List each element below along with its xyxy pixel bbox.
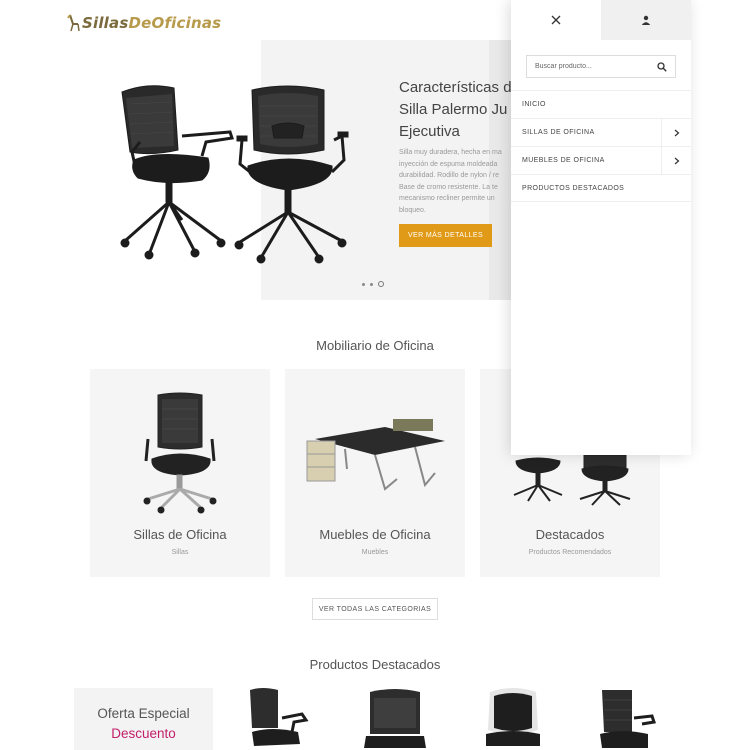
chair-logo-icon <box>67 14 80 32</box>
hero-title: Características d Silla Palermo Ju Ejecu… <box>399 77 511 143</box>
search-box <box>526 55 676 78</box>
product-image-1[interactable] <box>242 688 312 750</box>
hero-description-line: durabilidad. Rodillo de nylon / re <box>399 172 500 180</box>
slider-dot-3-active[interactable] <box>378 281 384 287</box>
category-card-sillas[interactable]: Sillas de Oficina Sillas <box>90 369 270 577</box>
hero-description-line: Base de cromo resistente. La te <box>399 183 498 191</box>
menu-item-sillas-de-oficina[interactable]: SILLAS DE OFICINA <box>511 118 691 146</box>
menu-item-label: INICIO <box>522 101 546 108</box>
menu-item-productos-destacados[interactable]: PRODUCTOS DESTACADOS <box>511 174 691 202</box>
product-image-4[interactable] <box>592 688 662 750</box>
category-subtitle: Muebles <box>361 549 389 556</box>
product-image-3[interactable] <box>478 688 548 750</box>
category-subtitle: Sillas <box>171 549 189 556</box>
view-all-categories-button[interactable]: VER TODAS LAS CATEGORIAS <box>312 598 438 620</box>
category-title[interactable]: Muebles de Oficina <box>285 527 465 542</box>
hero-title-line: Ejecutiva <box>399 123 460 140</box>
menu-item-label: SILLAS DE OFICINA <box>522 129 595 136</box>
category-subtitle: Productos Recomendados <box>528 549 612 556</box>
logo-text-part2: DeOficinas <box>128 14 222 32</box>
hero-details-button[interactable]: VER MÁS DETALLES <box>399 224 492 247</box>
slider-dot-1[interactable] <box>362 282 365 286</box>
featured-section-title: Productos Destacados <box>309 657 441 672</box>
hero-title-line: Características d <box>399 79 511 96</box>
product-image-2[interactable] <box>360 688 430 750</box>
search-input[interactable] <box>535 63 657 70</box>
hero-description-line: mecanismo recliner permite un <box>399 195 495 203</box>
special-offer-banner[interactable]: Oferta Especial Descuento <box>74 688 213 750</box>
hero-description: Silla muy duradera, hecha en ma inyecció… <box>399 147 511 217</box>
logo-text: SillasDeOficinas <box>82 14 221 32</box>
hero-description-line: bloqueo. <box>399 206 426 214</box>
hero-description-line: Silla muy duradera, hecha en ma <box>399 149 502 156</box>
logo-text-part1: Sillas <box>82 14 129 32</box>
category-title[interactable]: Sillas de Oficina <box>90 527 270 542</box>
side-menu-panel: INICIO SILLAS DE OFICINA MUEBLES DE OFIC… <box>511 0 691 455</box>
office-desk-image <box>306 419 445 491</box>
category-title[interactable]: Destacados <box>480 527 660 542</box>
menu-item-label: MUEBLES DE OFICINA <box>522 157 605 164</box>
hero-description-line: inyección de espuma moldeada <box>399 160 498 168</box>
menu-item-muebles-de-oficina[interactable]: MUEBLES DE OFICINA <box>511 146 691 174</box>
side-menu-list: INICIO SILLAS DE OFICINA MUEBLES DE OFIC… <box>511 90 691 202</box>
site-logo[interactable]: SillasDeOficinas <box>67 12 221 34</box>
menu-item-label: PRODUCTOS DESTACADOS <box>522 184 625 192</box>
close-icon <box>551 15 561 25</box>
slider-dot-2[interactable] <box>370 282 373 286</box>
offer-subtitle: Descuento <box>111 726 176 741</box>
close-menu-button[interactable] <box>511 0 601 40</box>
chevron-right-icon <box>674 157 679 164</box>
office-chair-image <box>143 392 217 514</box>
chevron-right-icon <box>674 129 679 136</box>
offer-title: Oferta Especial <box>97 706 190 721</box>
hero-title-line: Silla Palermo Ju <box>399 101 508 118</box>
user-icon <box>641 15 651 25</box>
submenu-toggle[interactable] <box>661 119 691 146</box>
submenu-toggle[interactable] <box>661 147 691 174</box>
side-menu-tabs <box>511 0 691 40</box>
search-icon[interactable] <box>657 61 667 72</box>
category-card-muebles[interactable]: Muebles de Oficina Muebles <box>285 369 465 577</box>
account-tab[interactable] <box>601 0 691 40</box>
slider-pagination <box>362 281 384 287</box>
menu-item-inicio[interactable]: INICIO <box>511 90 691 118</box>
hero-chairs-image <box>120 85 349 264</box>
